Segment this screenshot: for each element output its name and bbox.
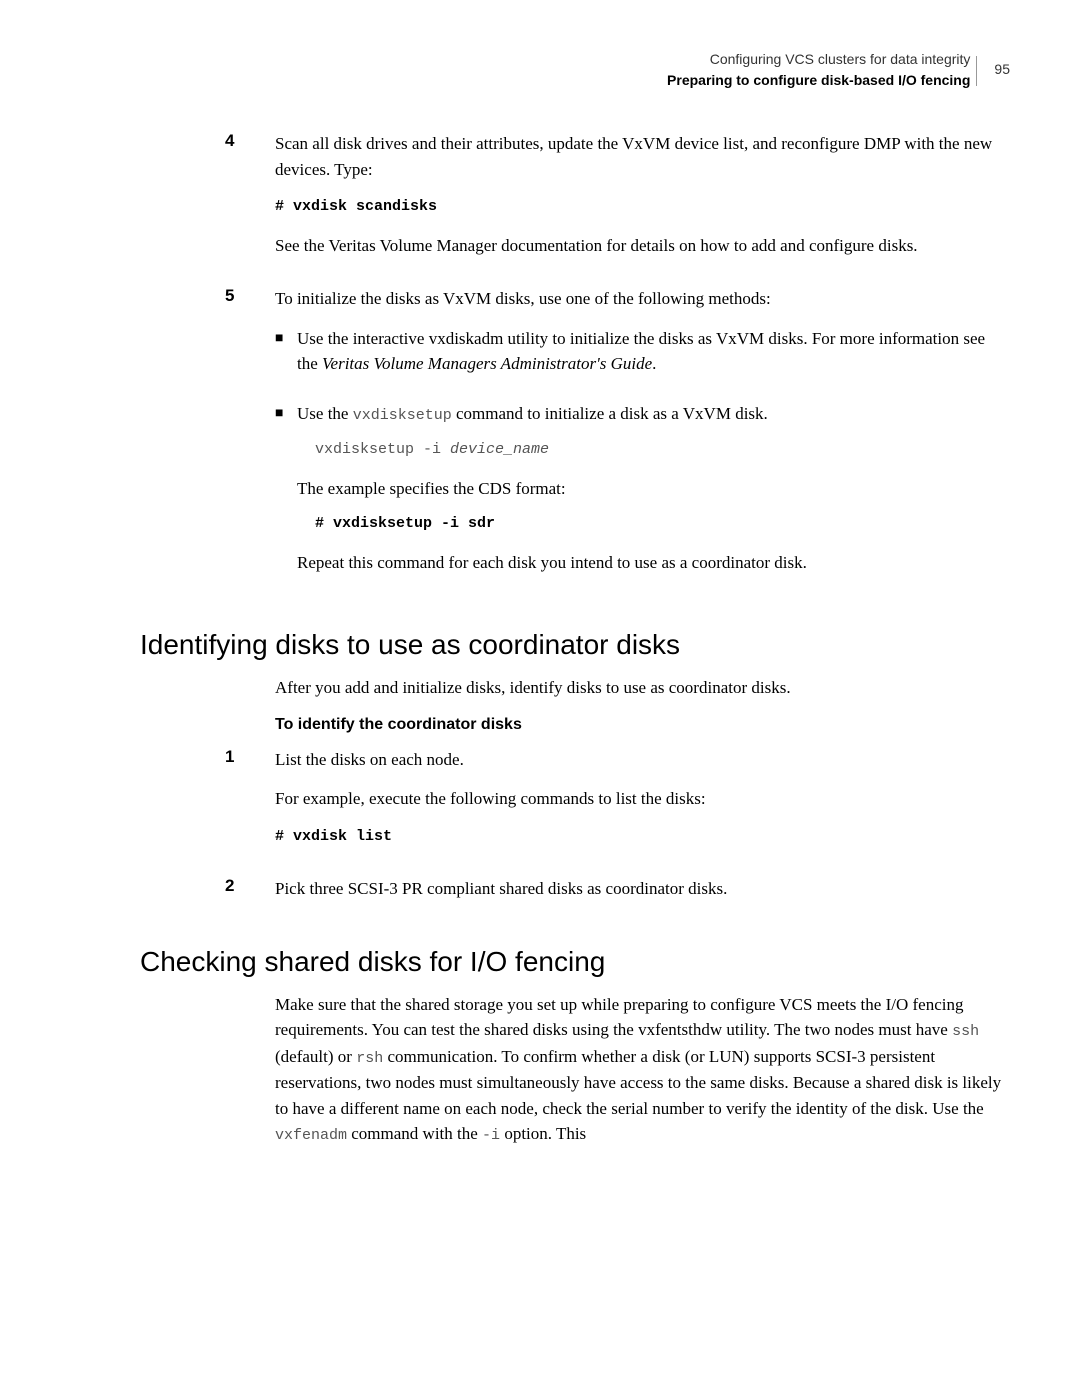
code-block: # vxdisksetup -i sdr [297,513,1010,536]
code-block: # vxdisk list [275,826,1010,849]
header-section: Preparing to configure disk-based I/O fe… [667,72,970,88]
step-number: 1 [225,747,275,863]
inline-code: ssh [952,1023,979,1040]
code-block: # vxdisk scandisks [275,196,1010,219]
step-text: Pick three SCSI-3 PR compliant shared di… [275,876,1010,902]
step-5: 5 To initialize the disks as VxVM disks,… [140,286,1010,599]
step-number: 2 [225,876,275,916]
bullet-text: . [652,354,656,373]
bullet-text: command to initialize a disk as a VxVM d… [452,404,768,423]
procedure-title: To identify the coordinator disks [275,713,1010,737]
step-number: 5 [225,286,275,599]
bullet-icon: ■ [275,401,297,588]
list-item: ■ Use the interactive vxdiskadm utility … [275,326,1010,389]
bullet-icon: ■ [275,326,297,389]
step-text: To initialize the disks as VxVM disks, u… [275,286,1010,312]
step-number: 4 [225,131,275,272]
section-heading: Identifying disks to use as coordinator … [140,629,1010,661]
bullet-text: Use the [297,404,353,423]
step-text: Scan all disk drives and their attribute… [275,131,1010,182]
step-text: See the Veritas Volume Manager documenta… [275,233,1010,259]
body-text: Make sure that the shared storage you se… [275,992,1010,1148]
step-text: For example, execute the following comma… [275,786,1010,812]
page-header: Configuring VCS clusters for data integr… [140,50,1010,91]
header-divider [976,56,977,86]
step-4: 4 Scan all disk drives and their attribu… [140,131,1010,272]
inline-code: vxdisksetup [353,407,452,424]
list-item: ■ Use the vxdisksetup command to initial… [275,401,1010,588]
step-text: Repeat this command for each disk you in… [297,550,1010,576]
header-chapter: Configuring VCS clusters for data integr… [710,51,971,67]
inline-code: rsh [356,1050,383,1067]
step-text: List the disks on each node. [275,747,1010,773]
inline-code: vxfenadm [275,1127,347,1144]
code-block: vxdisksetup -i device_name [297,439,1010,462]
step-1: 1 List the disks on each node. For examp… [140,747,1010,863]
step-2: 2 Pick three SCSI-3 PR compliant shared … [140,876,1010,916]
section-heading: Checking shared disks for I/O fencing [140,946,1010,978]
body-text: After you add and initialize disks, iden… [275,675,1010,701]
page-number: 95 [994,60,1010,80]
book-title: Veritas Volume Managers Administrator's … [322,354,652,373]
step-text: The example specifies the CDS format: [297,476,1010,502]
inline-code: -i [482,1127,500,1144]
